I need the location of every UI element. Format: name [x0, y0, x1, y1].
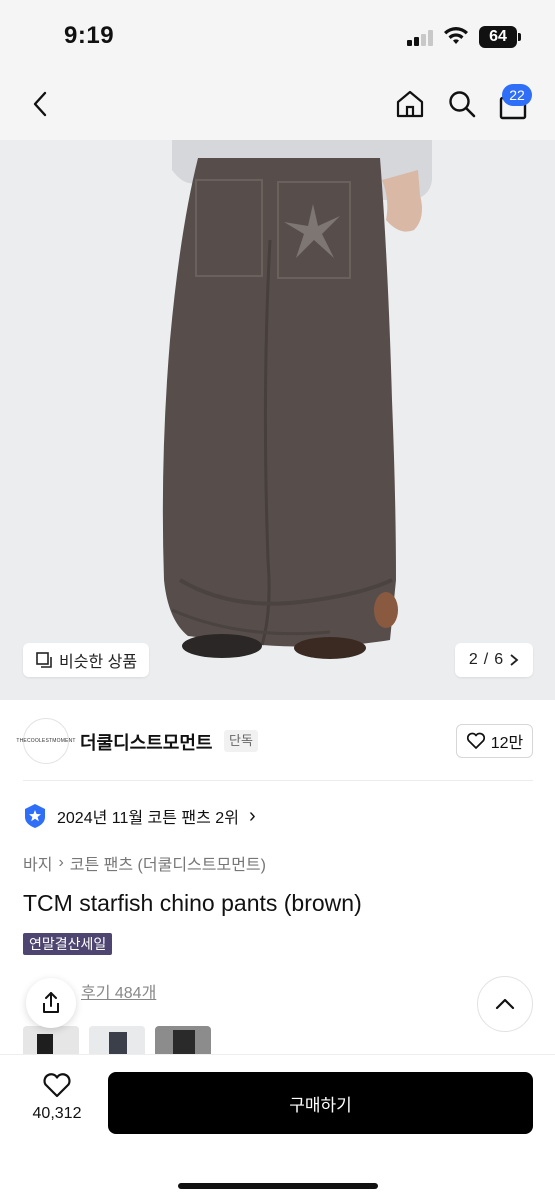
- thumbnail-image: [89, 1026, 145, 1056]
- wishlist-button[interactable]: 40,312: [24, 1072, 90, 1123]
- back-button[interactable]: [18, 82, 62, 126]
- ranking-chevron: ›: [248, 804, 256, 827]
- buy-button[interactable]: 구매하기: [108, 1072, 533, 1134]
- similar-products-label: 비슷한 상품: [59, 654, 138, 671]
- breadcrumb-item[interactable]: 바지: [23, 851, 52, 875]
- breadcrumb-item[interactable]: 코튼 팬츠 (더쿨디스트모먼트): [70, 851, 266, 875]
- ranking-link[interactable]: 2024년 11월 코튼 팬츠 2위 ›: [23, 803, 256, 829]
- product-title: TCM starfish chino pants (brown): [23, 890, 362, 916]
- pants-photo: [0, 140, 555, 700]
- home-icon: [396, 90, 424, 118]
- thumbnail-image: [23, 1026, 79, 1056]
- top-nav-bar: [0, 70, 555, 140]
- brand-like-button[interactable]: 12만: [456, 724, 533, 758]
- battery-tip: [518, 33, 521, 41]
- similar-products-button[interactable]: 비슷한 상품: [23, 643, 150, 677]
- thumbnail[interactable]: [155, 1026, 211, 1056]
- thumbnail[interactable]: [89, 1026, 145, 1056]
- status-time: 9:19: [64, 22, 115, 49]
- signal-icon: [407, 30, 435, 46]
- brand-logo-text: THECOOLESTMOMENT: [16, 738, 76, 744]
- search-button[interactable]: [440, 82, 484, 126]
- thumbnail-strip: [23, 1026, 211, 1056]
- search-icon: [449, 91, 476, 118]
- home-button[interactable]: [388, 82, 432, 126]
- wifi-icon: [444, 27, 468, 44]
- chevron-up-icon: [495, 998, 515, 1010]
- exclusive-badge: 단독: [224, 730, 258, 752]
- product-image[interactable]: [0, 140, 555, 700]
- share-icon: [43, 992, 59, 1013]
- page-total: 6: [494, 651, 504, 668]
- ranking-badge-icon: [25, 804, 45, 828]
- battery-level: 64: [479, 26, 517, 48]
- share-button[interactable]: [26, 978, 76, 1028]
- page-separator: /: [483, 651, 489, 668]
- copy-icon: [36, 652, 52, 668]
- review-link[interactable]: 후기 484개: [81, 985, 156, 1002]
- chevron-left-icon: [33, 91, 47, 117]
- brand-logo[interactable]: THECOOLESTMOMENT: [16, 718, 75, 764]
- ranking-text: 2024년 11월 코튼 팬츠 2위: [57, 810, 239, 827]
- image-page-indicator[interactable]: 2 / 6: [455, 643, 533, 677]
- breadcrumb-separator: ›: [58, 854, 64, 871]
- home-indicator: [178, 1183, 378, 1189]
- scroll-top-button[interactable]: [477, 976, 533, 1032]
- heart-icon: [466, 732, 485, 749]
- chevron-right-icon: [510, 654, 519, 666]
- brand-like-count: 12만: [490, 735, 524, 752]
- status-bar: 9:19 64: [0, 0, 555, 70]
- brand-name[interactable]: 더쿨디스트모먼트: [80, 729, 212, 755]
- thumbnail-image: [155, 1026, 211, 1056]
- sale-tag: 연말결산세일: [23, 933, 113, 955]
- cart-count-badge: 22: [502, 84, 532, 106]
- wishlist-count: 40,312: [32, 1105, 82, 1122]
- thumbnail[interactable]: [23, 1026, 79, 1056]
- divider: [23, 780, 533, 781]
- heart-icon: [43, 1073, 71, 1098]
- page-current: 2: [468, 651, 478, 668]
- breadcrumb: 바지 › 코튼 팬츠 (더쿨디스트모먼트): [23, 851, 266, 875]
